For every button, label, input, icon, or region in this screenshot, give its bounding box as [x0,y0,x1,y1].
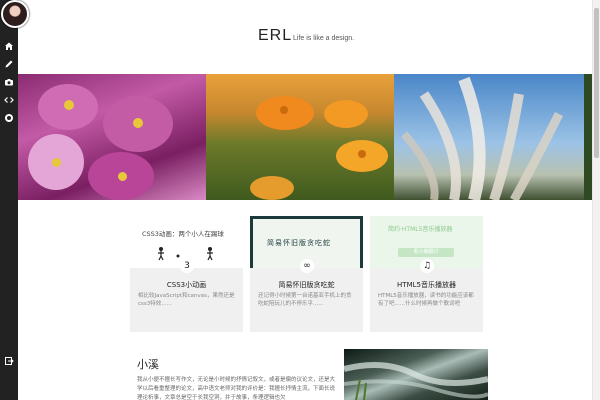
project-card-body: ∞ 简易怀旧版贪吃蛇 还记得小时候第一台诺基亚手机上的贪吃蛇陪玩儿的不停乐乎..… [250,259,363,332]
project-thumb-text: 简易怀旧版贪吃蛇 [267,239,331,247]
home-icon[interactable] [4,41,14,51]
pencil-icon[interactable] [4,59,14,69]
article-image-stream[interactable] [344,349,488,400]
project-desc: HTML5音乐播放器，读书的功能应该都有了吧......什么时候再做个歌词吧 [378,293,474,307]
project-thumb-text: 简约·HTML5音乐播放器 [388,226,453,233]
project-desc: 相比较JavaScript和canvas，果然还是css3特效...... [138,293,235,307]
css3-icon: 3 [180,259,194,273]
project-title[interactable]: HTML5音乐播放器 [370,280,483,290]
project-desc: 还记得小时候第一台诺基亚手机上的贪吃蛇陪玩儿的不停乐乎...... [258,293,352,307]
banner-image-cosmos-pink [18,74,206,200]
site-logo[interactable]: ERL [258,27,292,45]
project-card-body: 3 CSS3小动画 相比较JavaScript和canvas，果然还是css3特… [130,259,243,332]
project-title[interactable]: CSS3小动画 [130,280,243,290]
music-icon: ♫ [420,259,434,273]
article-excerpt: 我从小便不擅长写作文，无论是小时候的抒情记叙文，或者是偏的议论文，还是大学以后看… [137,377,336,400]
github-icon[interactable] [4,113,14,123]
banner-image-cosmos-orange [206,74,394,200]
camera-icon[interactable] [4,77,14,87]
banner-image-edge [584,74,592,200]
site-tagline: Life is like a design. [293,35,355,42]
avatar[interactable] [1,0,29,28]
article-title[interactable]: 小溪 [137,356,159,372]
sign-out-icon[interactable] [4,356,14,366]
banner-image-pampas-grass [394,74,584,200]
project-title[interactable]: 简易怀旧版贪吃蛇 [250,280,363,290]
sidebar [0,0,18,400]
image-banner [18,74,592,200]
project-card-body: ♫ HTML5音乐播放器 HTML5音乐播放器，读书的功能应该都有了吧.....… [370,259,483,332]
project-thumb-button: 看小编翻讨 [398,248,454,257]
scrollbar-thumb[interactable] [594,8,599,158]
scrollbar[interactable] [592,0,600,400]
gamepad-icon: ∞ [300,259,314,273]
code-icon[interactable] [4,95,14,105]
